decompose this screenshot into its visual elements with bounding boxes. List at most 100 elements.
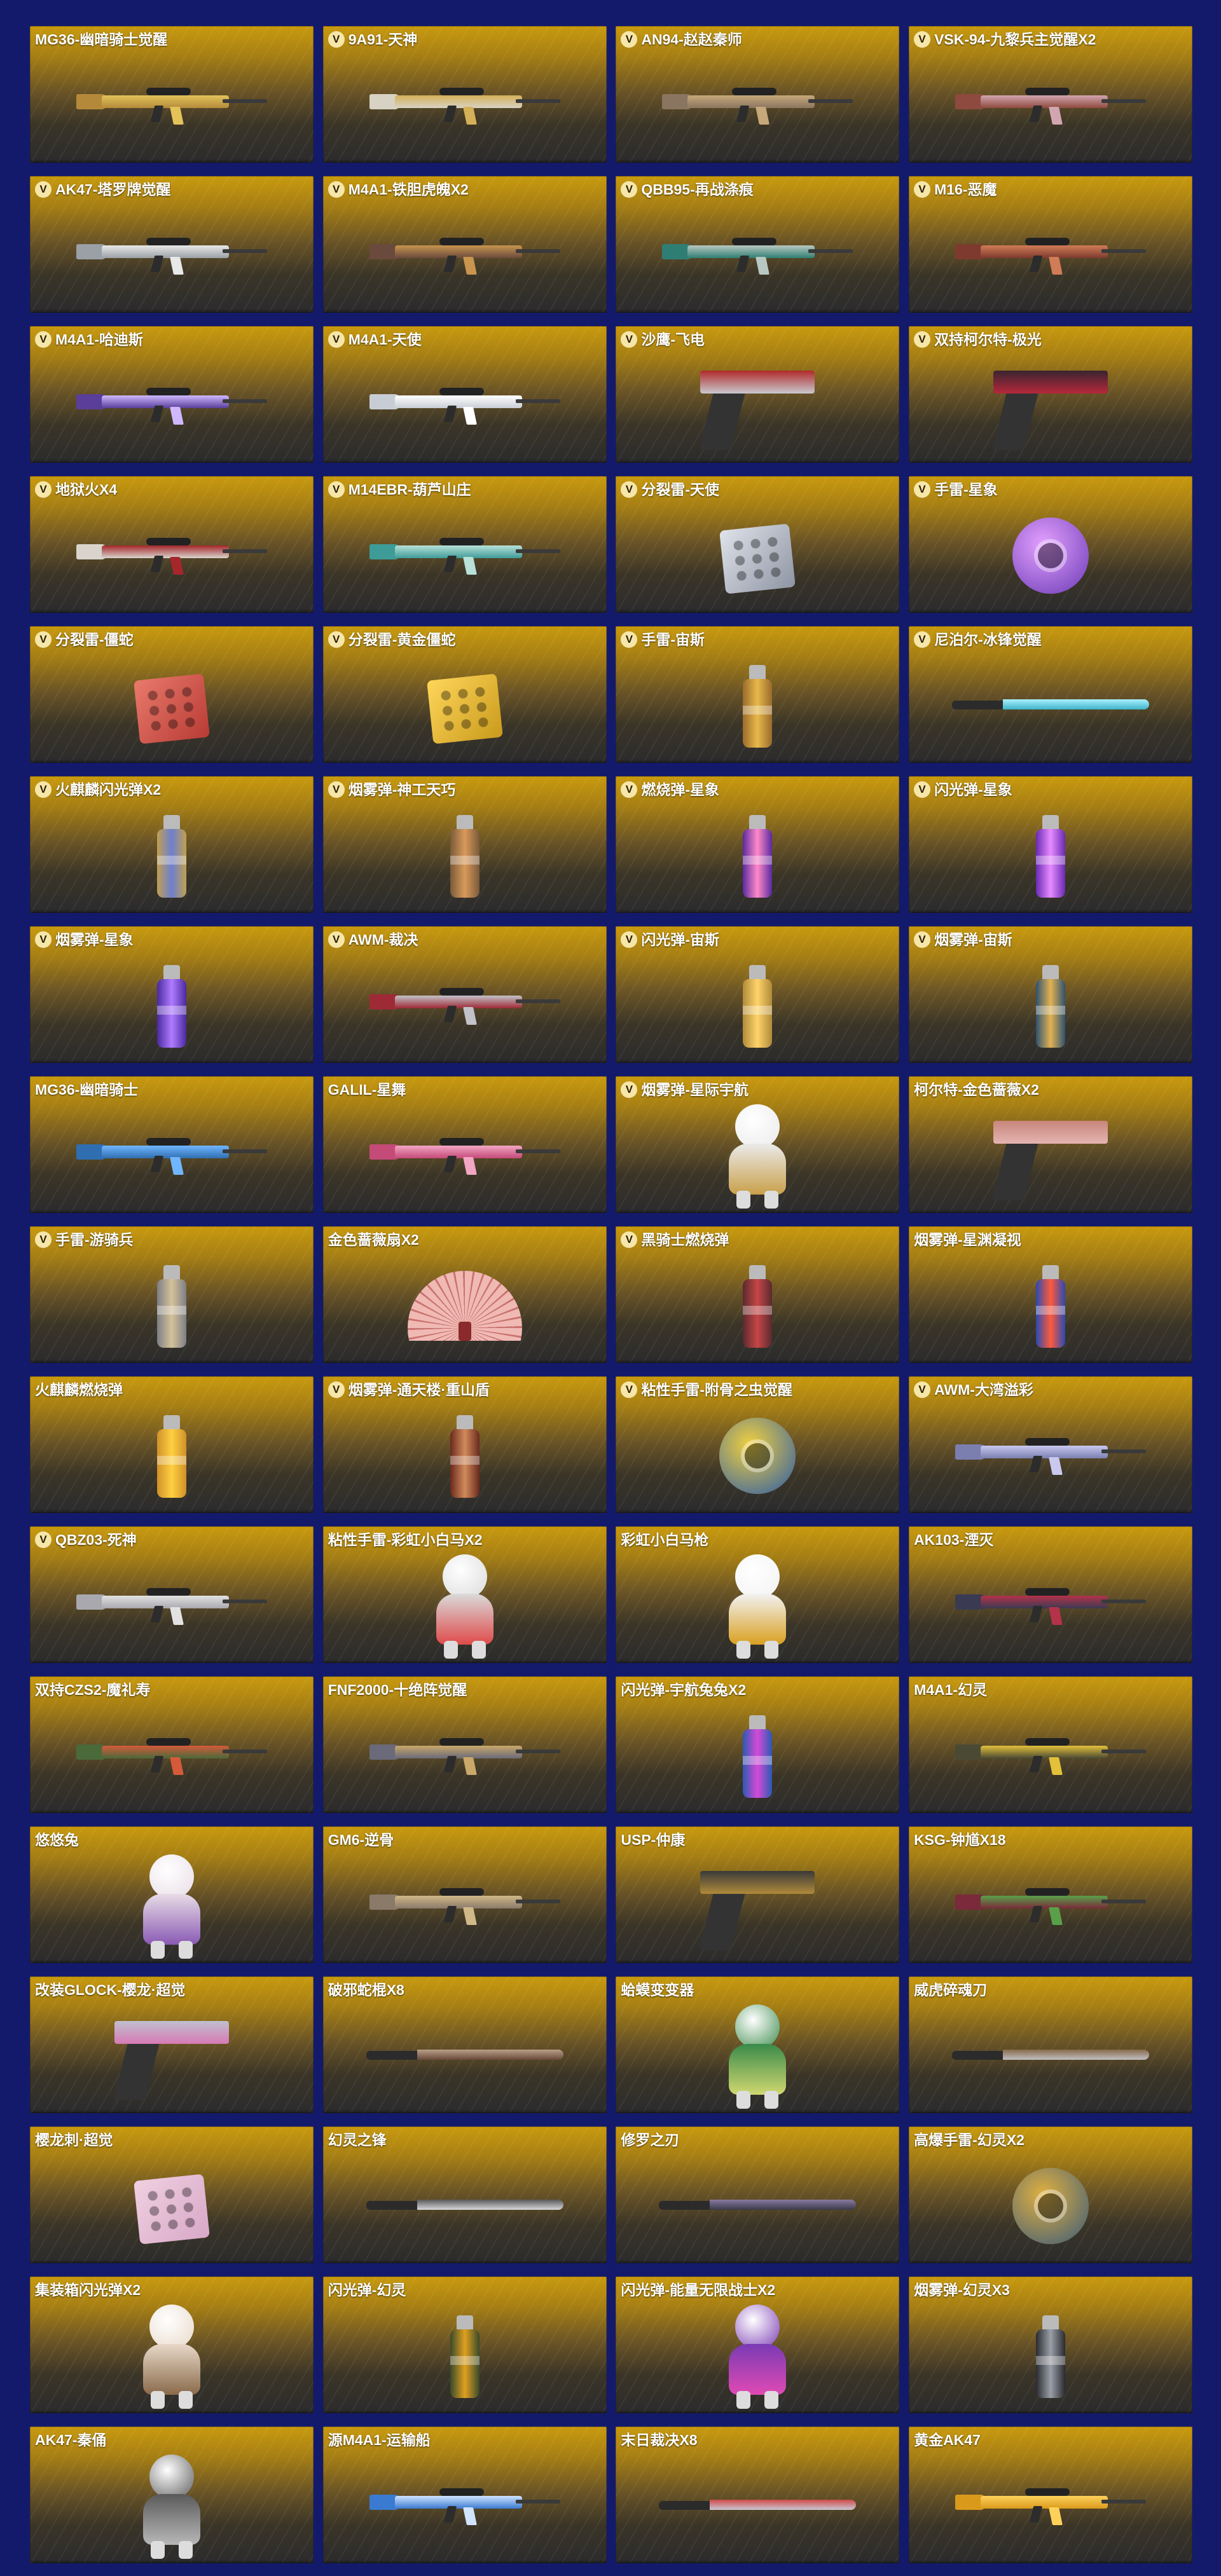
item-card[interactable]: 源M4A1-运输船 [322,2427,607,2563]
item-card[interactable]: V 燃烧弹-星象 [616,776,900,913]
item-card[interactable]: V 黑骑士燃烧弹 [616,1226,900,1363]
item-card[interactable]: V 手雷-宙斯 [616,626,900,763]
item-card[interactable]: V 烟雾弹-宙斯 [909,926,1193,1063]
item-card[interactable]: 改装GLOCK-樱龙·超觉 [30,1977,314,2113]
item-card[interactable]: V 烟雾弹-星象 [30,926,314,1063]
item-image [407,1270,522,1341]
vip-badge-icon: V [914,31,931,48]
item-name: MG36-幽暗骑士 [35,1081,139,1098]
item-card[interactable]: V 9A91-天神 [322,26,607,163]
vip-badge-icon: V [35,1231,52,1248]
item-name: 集装箱闪光弹X2 [35,2282,141,2298]
item-image [76,236,267,275]
item-card[interactable]: USP-仲康 [616,1826,900,1963]
item-card[interactable]: M4A1-幻灵 [909,1676,1193,1813]
item-title: V 烟雾弹-星际宇航 [621,1081,894,1099]
item-card[interactable]: 烟雾弹-星渊凝视 [909,1226,1193,1363]
item-card[interactable]: V M4A1-天使 [322,326,607,463]
item-card[interactable]: 末日裁决X8 [616,2427,900,2563]
item-card[interactable]: V AWM-大湾溢彩 [909,1376,1193,1513]
item-card[interactable]: V AK47-塔罗牌觉醒 [30,176,314,313]
item-card[interactable]: V 沙鹰-飞电 [616,326,900,463]
item-card[interactable]: AK103-湮灭 [909,1526,1193,1663]
item-card[interactable]: V M16-恶魔 [909,176,1193,313]
item-card[interactable]: 破邪蛇棍X8 [322,1977,607,2113]
item-card[interactable]: V 闪光弹-星象 [909,776,1193,913]
item-card[interactable]: V AWM-裁决 [322,926,607,1063]
item-card[interactable]: KSG-钟馗X18 [909,1826,1193,1963]
vip-badge-icon: V [621,1081,638,1098]
item-title: V M4A1-天使 [328,331,602,348]
item-image [1028,2312,1073,2401]
item-card[interactable]: 火麒麟燃烧弹 [30,1376,314,1513]
item-card[interactable]: 集装箱闪光弹X2 [30,2277,314,2413]
item-image [118,2452,226,2560]
item-title: V 分裂雷-天使 [621,481,894,498]
item-card[interactable]: GALIL-星舞 [322,1076,607,1213]
item-name: AWM-裁决 [348,931,418,948]
item-card[interactable]: 修罗之刃 [616,2127,900,2263]
item-image [703,2302,811,2410]
item-card[interactable]: 樱龙刺·超觉 [30,2127,314,2263]
item-image [124,664,219,747]
vip-badge-icon: V [914,1381,931,1398]
item-card[interactable]: 幻灵之锋 [322,2127,607,2263]
item-card[interactable]: 蛤蟆变变器 [616,1977,900,2113]
item-card[interactable]: GM6-逆骨 [322,1826,607,1963]
item-card[interactable]: AK47-秦俑 [30,2427,314,2563]
item-card[interactable]: V 烟雾弹-通天楼·重山盾 [322,1376,607,1513]
item-card[interactable]: 烟雾弹-幻灵X3 [909,2277,1193,2413]
item-card[interactable]: 彩虹小白马枪 [616,1526,900,1663]
item-card[interactable]: 粘性手雷-彩虹小白马X2 [322,1526,607,1663]
item-card[interactable]: 闪光弹-能量无限战士X2 [616,2277,900,2413]
item-card[interactable]: V 火麒麟闪光弹X2 [30,776,314,913]
item-card[interactable]: V AN94-赵赵秦师 [616,26,900,163]
item-title: 末日裁决X8 [621,2431,894,2449]
item-card[interactable]: V QBB95-再战涤痕 [616,176,900,313]
item-card[interactable]: MG36-幽暗骑士觉醒 [30,26,314,163]
item-card[interactable]: 悠悠兔 [30,1826,314,1963]
item-card[interactable]: V 手雷-游骑兵 [30,1226,314,1363]
item-card[interactable]: V 闪光弹-宙斯 [616,926,900,1063]
item-image [369,86,560,125]
item-image [955,1737,1147,1775]
item-card[interactable]: 威虎碎魂刀 [909,1977,1193,2113]
item-title: V 分裂雷-僵蛇 [35,631,308,648]
item-name: 烟雾弹-幻灵X3 [914,2282,1010,2298]
item-card[interactable]: V 分裂雷-天使 [616,476,900,613]
item-card[interactable]: 闪光弹-宇航兔兔X2 [616,1676,900,1813]
item-title: FNF2000-十绝阵觉醒 [328,1681,602,1699]
item-card[interactable]: V M14EBR-葫芦山庄 [322,476,607,613]
item-card[interactable]: FNF2000-十绝阵觉醒 [322,1676,607,1813]
item-name: 威虎碎魂刀 [914,1982,988,1998]
item-title: AK103-湮灭 [914,1531,1187,1549]
item-title: V 烟雾弹-宙斯 [914,931,1187,949]
item-card[interactable]: V M4A1-铁胆虎魄X2 [322,176,607,313]
item-card[interactable]: V 地狱火X4 [30,476,314,613]
item-name: 火麒麟燃烧弹 [35,1381,123,1398]
item-card[interactable]: MG36-幽暗骑士 [30,1076,314,1213]
item-card[interactable]: 高爆手雷-幻灵X2 [909,2127,1193,2263]
item-name: 分裂雷-天使 [641,481,720,498]
item-name: 粘性手雷-附骨之虫觉醒 [641,1381,793,1398]
item-name: 蛤蟆变变器 [621,1982,694,1998]
item-card[interactable]: V VSK-94-九黎兵主觉醒X2 [909,26,1193,163]
item-card[interactable]: V 分裂雷-黄金僵蛇 [322,626,607,763]
item-card[interactable]: V 烟雾弹-星际宇航 [616,1076,900,1213]
vip-badge-icon: V [35,481,52,498]
item-card[interactable]: 双持CZS2-魔礼寿 [30,1676,314,1813]
item-card[interactable]: 柯尔特-金色蔷薇X2 [909,1076,1193,1213]
item-card[interactable]: V 烟雾弹-神工天巧 [322,776,607,913]
item-card[interactable]: V QBZ03-死神 [30,1526,314,1663]
item-card[interactable]: V M4A1-哈迪斯 [30,326,314,463]
item-card[interactable]: V 分裂雷-僵蛇 [30,626,314,763]
item-card[interactable]: 闪光弹-幻灵 [322,2277,607,2413]
vip-badge-icon: V [328,181,345,198]
vip-badge-icon: V [621,931,638,948]
item-card[interactable]: V 双持柯尔特-极光 [909,326,1193,463]
item-card[interactable]: 金色蔷薇扇X2 [322,1226,607,1363]
item-card[interactable]: V 手雷-星象 [909,476,1193,613]
item-card[interactable]: V 粘性手雷-附骨之虫觉醒 [616,1376,900,1513]
item-card[interactable]: V 尼泊尔-冰锋觉醒 [909,626,1193,763]
item-card[interactable]: 黄金AK47 [909,2427,1193,2563]
